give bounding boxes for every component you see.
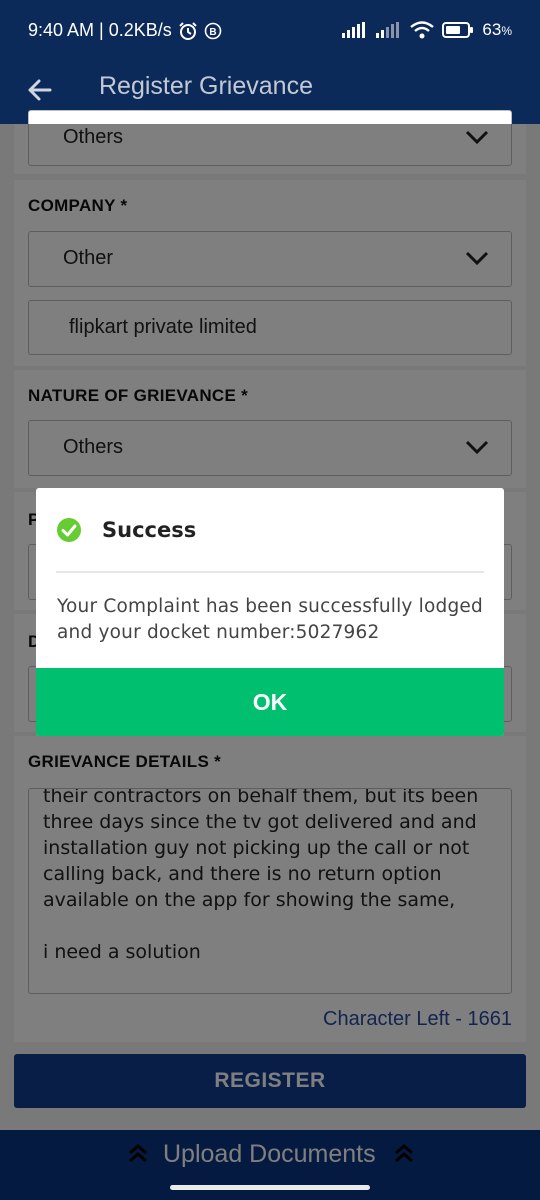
signal-icon xyxy=(342,22,366,38)
ok-button[interactable]: OK xyxy=(36,668,504,736)
dialog-message: Your Complaint has been successfully lod… xyxy=(57,596,483,643)
dialog-divider xyxy=(56,571,484,573)
b-badge-icon: B xyxy=(204,22,222,39)
status-bar: 9:40 AM | 0.2KB/s B 63% xyxy=(0,0,540,62)
signal-icon xyxy=(376,22,400,38)
wifi-icon xyxy=(410,21,435,39)
success-dialog: Success Your Complaint has been successf… xyxy=(36,488,504,736)
svg-text:B: B xyxy=(209,27,216,38)
home-indicator[interactable] xyxy=(170,1185,370,1190)
battery-icon xyxy=(442,22,474,38)
battery-level: 63% xyxy=(482,20,512,39)
dialog-title: Success xyxy=(102,518,197,542)
status-time-speed: 9:40 AM | 0.2KB/s xyxy=(28,20,172,40)
page-title: Register Grievance xyxy=(99,72,313,100)
check-circle-icon xyxy=(57,518,81,542)
alarm-icon xyxy=(179,21,197,40)
status-left: 9:40 AM | 0.2KB/s B xyxy=(28,20,222,41)
status-right: 63% xyxy=(342,20,512,40)
arrow-left-icon[interactable] xyxy=(22,72,58,108)
